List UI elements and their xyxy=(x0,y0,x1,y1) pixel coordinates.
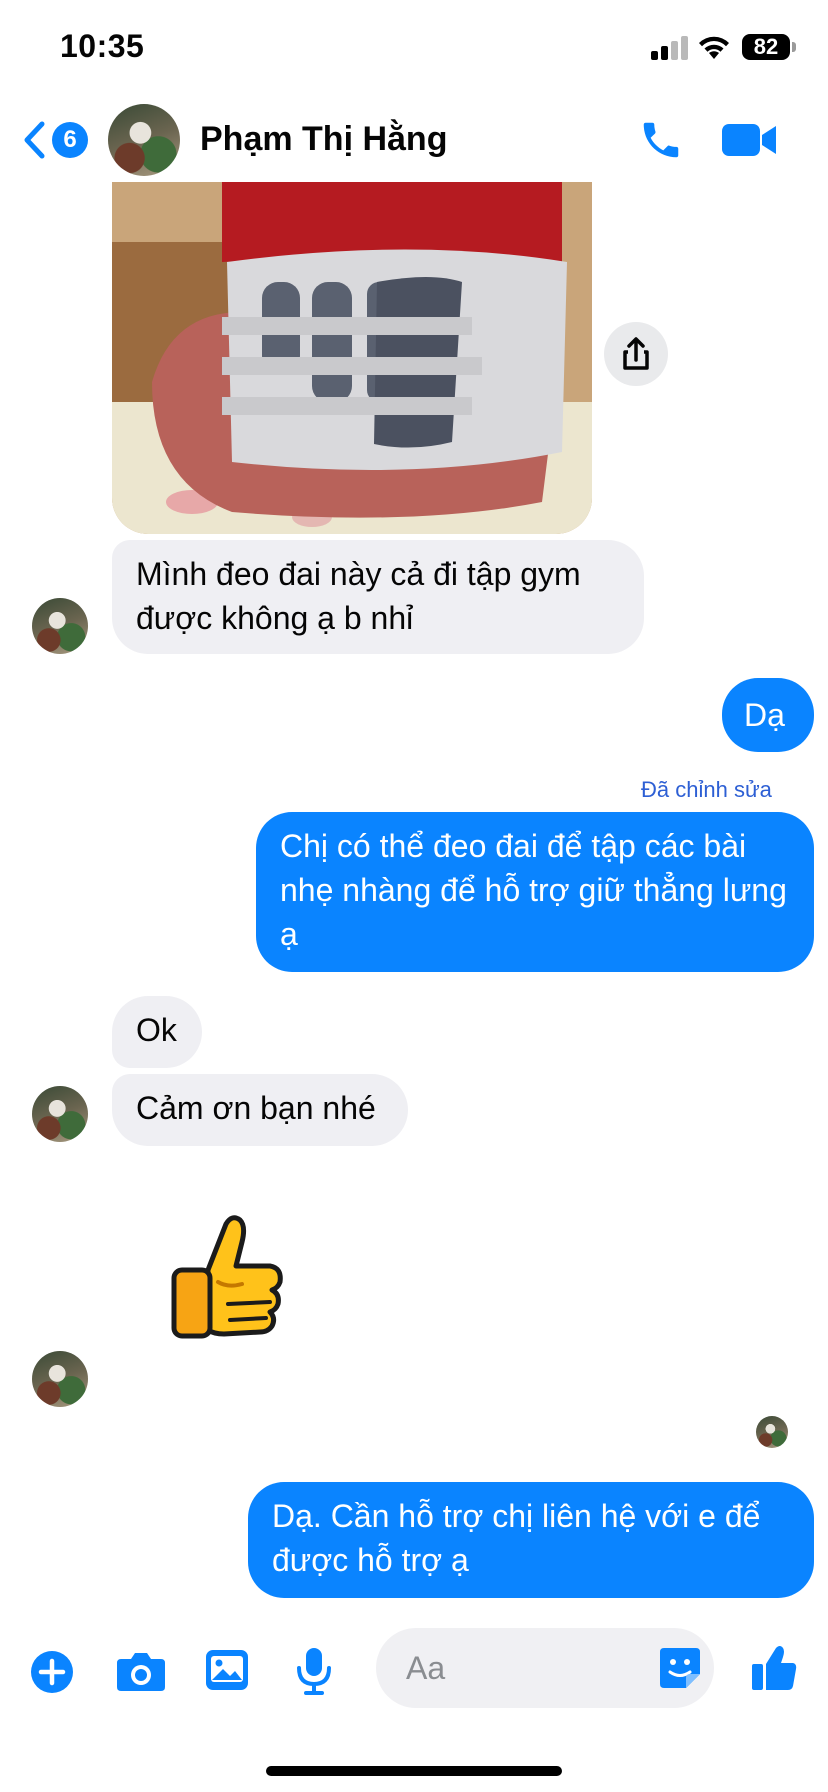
contact-avatar-small[interactable] xyxy=(32,1351,88,1407)
signal-icon xyxy=(651,36,691,60)
contact-avatar-small[interactable] xyxy=(32,598,88,654)
share-icon xyxy=(623,337,649,370)
home-indicator xyxy=(266,1766,562,1776)
gallery-icon[interactable] xyxy=(204,1648,250,1692)
thumbs-up-icon[interactable] xyxy=(168,1212,288,1342)
edited-label[interactable]: Đã chỉnh sửa xyxy=(641,777,772,803)
share-button[interactable] xyxy=(604,322,668,386)
microphone-icon[interactable] xyxy=(294,1646,334,1696)
message-photo[interactable] xyxy=(112,182,592,534)
photo-back-brace xyxy=(112,182,592,534)
sticker-icon[interactable] xyxy=(658,1646,702,1690)
outgoing-message[interactable]: Dạ xyxy=(722,678,814,752)
battery-tip xyxy=(792,42,796,52)
plus-icon[interactable] xyxy=(30,1650,74,1694)
camera-icon[interactable] xyxy=(116,1650,166,1692)
video-camera-icon[interactable] xyxy=(722,121,778,159)
wifi-icon xyxy=(699,36,729,59)
outgoing-message[interactable]: Chị có thể đeo đai để tập các bài nhẹ nh… xyxy=(256,812,814,972)
incoming-message[interactable]: Cảm ơn bạn nhé xyxy=(112,1074,408,1146)
seen-receipt-avatar xyxy=(756,1416,788,1448)
battery-indicator: 82 xyxy=(742,34,790,60)
phone-icon[interactable] xyxy=(638,117,684,163)
unread-count-badge[interactable]: 6 xyxy=(52,122,88,158)
like-icon[interactable] xyxy=(750,1644,798,1692)
status-time: 10:35 xyxy=(60,28,145,64)
incoming-message[interactable]: Ok xyxy=(112,996,202,1068)
contact-name[interactable]: Phạm Thị Hằng xyxy=(200,120,447,159)
incoming-message[interactable]: Mình đeo đai này cả đi tập gym được khôn… xyxy=(112,540,644,654)
outgoing-message[interactable]: Dạ. Cần hỗ trợ chị liên hệ với e để được… xyxy=(248,1482,814,1598)
chevron-left-icon xyxy=(24,121,45,159)
contact-avatar[interactable] xyxy=(108,104,180,176)
contact-avatar-small[interactable] xyxy=(32,1086,88,1142)
